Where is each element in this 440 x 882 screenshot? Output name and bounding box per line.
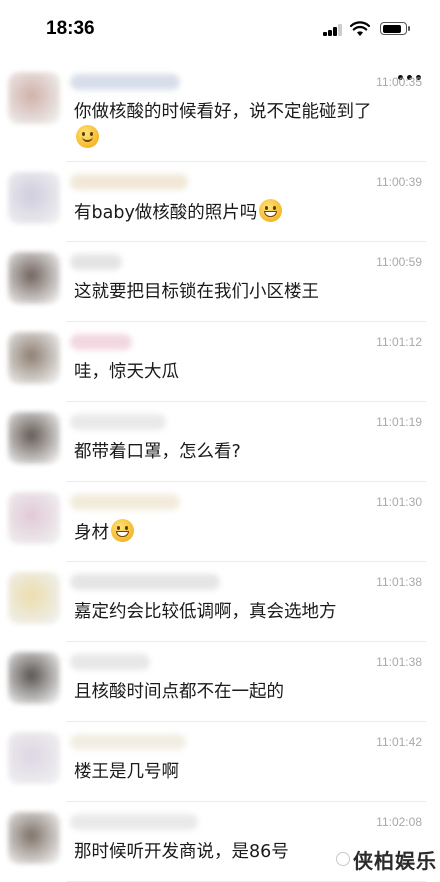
message-text: 哇，惊天大瓜	[74, 359, 420, 385]
sender-name-redacted	[70, 414, 166, 430]
message-text-content: 身材	[74, 523, 109, 543]
message-timestamp: 11:01:38	[376, 575, 422, 589]
message-row[interactable]: 11:01:38 且核酸时间点都不在一起的	[0, 642, 440, 722]
grin-emoji-icon	[259, 199, 283, 222]
message-timestamp: 11:01:42	[376, 735, 422, 749]
avatar[interactable]	[8, 412, 60, 464]
message-row[interactable]: 11:00:59 这就要把目标锁在我们小区楼王	[0, 242, 440, 322]
message-row[interactable]: 11:00:35 你做核酸的时候看好，说不定能碰到了	[0, 62, 440, 162]
message-timestamp: 11:01:12	[376, 335, 422, 349]
message-text-content: 这就要把目标锁在我们小区楼王	[74, 282, 319, 302]
message-text: 这就要把目标锁在我们小区楼王	[74, 279, 420, 305]
message-text-content: 那时候听开发商说，是86号	[74, 842, 289, 862]
message-text: 身材	[74, 519, 420, 546]
avatar[interactable]	[8, 72, 60, 124]
message-text-content: 有baby做核酸的照片吗	[74, 203, 258, 223]
message-text: 你做核酸的时候看好，说不定能碰到了	[74, 99, 420, 152]
message-text: 有baby做核酸的照片吗	[74, 199, 420, 226]
avatar[interactable]	[8, 332, 60, 384]
message-row[interactable]: 11:01:38 嘉定约会比较低调啊，真会选地方	[0, 562, 440, 642]
avatar[interactable]	[8, 172, 60, 224]
watermark-text: 侠柏娱乐	[353, 848, 437, 873]
wifi-icon	[350, 21, 370, 36]
message-row[interactable]: 11:01:12 哇，惊天大瓜	[0, 322, 440, 402]
avatar[interactable]	[8, 572, 60, 624]
weibo-logo-icon	[336, 852, 350, 866]
message-timestamp: 11:00:59	[376, 255, 422, 269]
battery-icon	[380, 22, 410, 35]
message-row[interactable]: 11:01:30 身材	[0, 482, 440, 562]
sender-name-redacted	[70, 174, 188, 190]
message-row[interactable]: 11:01:19 都带着口罩，怎么看?	[0, 402, 440, 482]
message-timestamp: 11:00:35	[376, 75, 422, 89]
message-text-content: 你做核酸的时候看好，说不定能碰到了	[74, 102, 372, 122]
avatar[interactable]	[8, 492, 60, 544]
message-text: 都带着口罩，怎么看?	[74, 439, 420, 465]
message-timestamp: 11:02:08	[376, 815, 422, 829]
sender-name-redacted	[70, 254, 122, 270]
sender-name-redacted	[70, 814, 198, 830]
message-timestamp: 11:00:39	[376, 175, 422, 189]
avatar[interactable]	[8, 732, 60, 784]
message-text: 嘉定约会比较低调啊，真会选地方	[74, 599, 420, 625]
message-text-content: 楼王是几号啊	[74, 762, 179, 782]
message-text: 且核酸时间点都不在一起的	[74, 679, 420, 705]
message-row[interactable]: 11:00:39 有baby做核酸的照片吗	[0, 162, 440, 242]
sender-name-redacted	[70, 654, 150, 670]
message-timestamp: 11:01:19	[376, 415, 422, 429]
message-text: 楼王是几号啊	[74, 759, 420, 785]
watermark: 侠柏娱乐	[336, 846, 437, 873]
message-timestamp: 11:01:30	[376, 495, 422, 509]
message-timestamp: 11:01:38	[376, 655, 422, 669]
sender-name-redacted	[70, 74, 180, 90]
avatar[interactable]	[8, 252, 60, 304]
message-text-content: 且核酸时间点都不在一起的	[74, 682, 284, 702]
grin-emoji-icon	[111, 519, 134, 542]
status-bar: 18:36	[0, 0, 440, 58]
status-time: 18:36	[46, 18, 95, 39]
message-text-content: 哇，惊天大瓜	[74, 362, 179, 382]
sender-name-redacted	[70, 494, 180, 510]
message-text-content: 嘉定约会比较低调啊，真会选地方	[74, 602, 337, 622]
sender-name-redacted	[70, 574, 220, 590]
message-row[interactable]: 11:01:42 楼王是几号啊	[0, 722, 440, 802]
cellular-signal-icon	[323, 24, 343, 36]
avatar[interactable]	[8, 652, 60, 704]
sender-name-redacted	[70, 734, 186, 750]
chat-message-list: 11:00:35 你做核酸的时候看好，说不定能碰到了 11:00:39 有baby做核…	[0, 62, 440, 882]
avatar[interactable]	[8, 812, 60, 864]
message-text-content: 都带着口罩，怎么看?	[74, 442, 241, 462]
sender-name-redacted	[70, 334, 132, 350]
smile-emoji-icon	[76, 125, 99, 148]
